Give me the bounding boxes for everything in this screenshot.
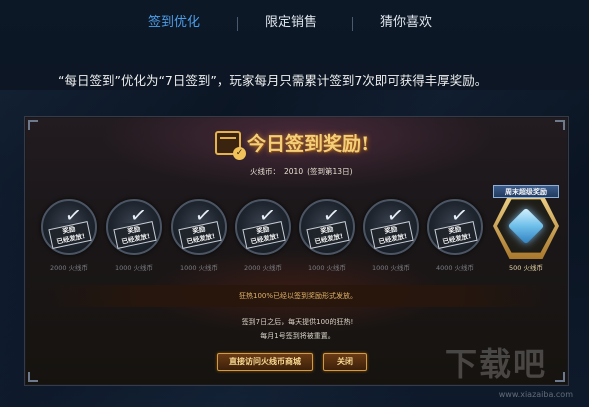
frame-corner	[28, 372, 38, 382]
day-reward-5: ✓ 奖励 已经发放!	[299, 199, 355, 255]
reward-label-1: 2000 火线币	[49, 264, 89, 272]
day-reward-4: ✓ 奖励 已经发放!	[235, 199, 291, 255]
status-bar: 狂热100%已经以签到奖励形式发放。	[43, 285, 553, 307]
coin-label: 火线币：	[250, 167, 280, 176]
tab-recommended[interactable]: 猜你喜欢	[380, 12, 432, 34]
note-line-2: 每月1号签到将被重置。	[260, 332, 335, 340]
panel-title: 今日签到奖励!	[247, 133, 370, 155]
reward-label-3: 1000 火线币	[179, 264, 219, 272]
frame-corner	[555, 120, 565, 130]
final-reward	[493, 193, 559, 259]
reward-label-4: 2000 火线币	[243, 264, 283, 272]
day-reward-1: ✓ 奖励 已经发放!	[41, 199, 97, 255]
coin-info: 火线币： 2010 (签到第13日)	[250, 164, 357, 180]
reward-label-5: 1000 火线币	[307, 264, 347, 272]
day-reward-2: ✓ 奖励 已经发放!	[106, 199, 162, 255]
site-watermark-logo: 下载吧	[445, 345, 548, 383]
tab-divider	[352, 17, 353, 31]
tab-checkin-optimization[interactable]: 签到优化	[148, 12, 200, 34]
reward-label-2: 1000 火线币	[114, 264, 154, 272]
final-reward-label: 500 火线币	[509, 264, 543, 272]
note-line-1: 签到7日之后，每天提供100的狂热!	[241, 318, 354, 326]
calendar-check-icon	[215, 131, 246, 160]
tab-bar: 签到优化 限定销售 猜你喜欢	[0, 12, 589, 34]
reward-label-6: 1000 火线币	[371, 264, 411, 272]
visit-shop-button[interactable]: 直接访问火线币商城	[217, 353, 313, 371]
day-reward-7: ✓ 奖励 已经发放!	[427, 199, 483, 255]
site-watermark-url: www.xiazaiba.com	[498, 390, 573, 399]
tab-divider	[237, 17, 238, 31]
day-reward-6: ✓ 奖励 已经发放!	[363, 199, 419, 255]
final-reward-tag: 周末超级奖励	[493, 185, 559, 198]
reward-label-7: 4000 火线币	[435, 264, 475, 272]
day-reward-3: ✓ 奖励 已经发放!	[171, 199, 227, 255]
frame-corner	[28, 120, 38, 130]
close-button[interactable]: 关闭	[323, 353, 367, 371]
signed-days: (签到第13日)	[307, 167, 353, 176]
coin-value: 2010	[284, 167, 304, 176]
description-text: “每日签到”优化为“7日签到”，玩家每月只需累计签到7次即可获得丰厚奖励。	[58, 73, 488, 88]
tab-limited-sale[interactable]: 限定销售	[265, 12, 317, 34]
